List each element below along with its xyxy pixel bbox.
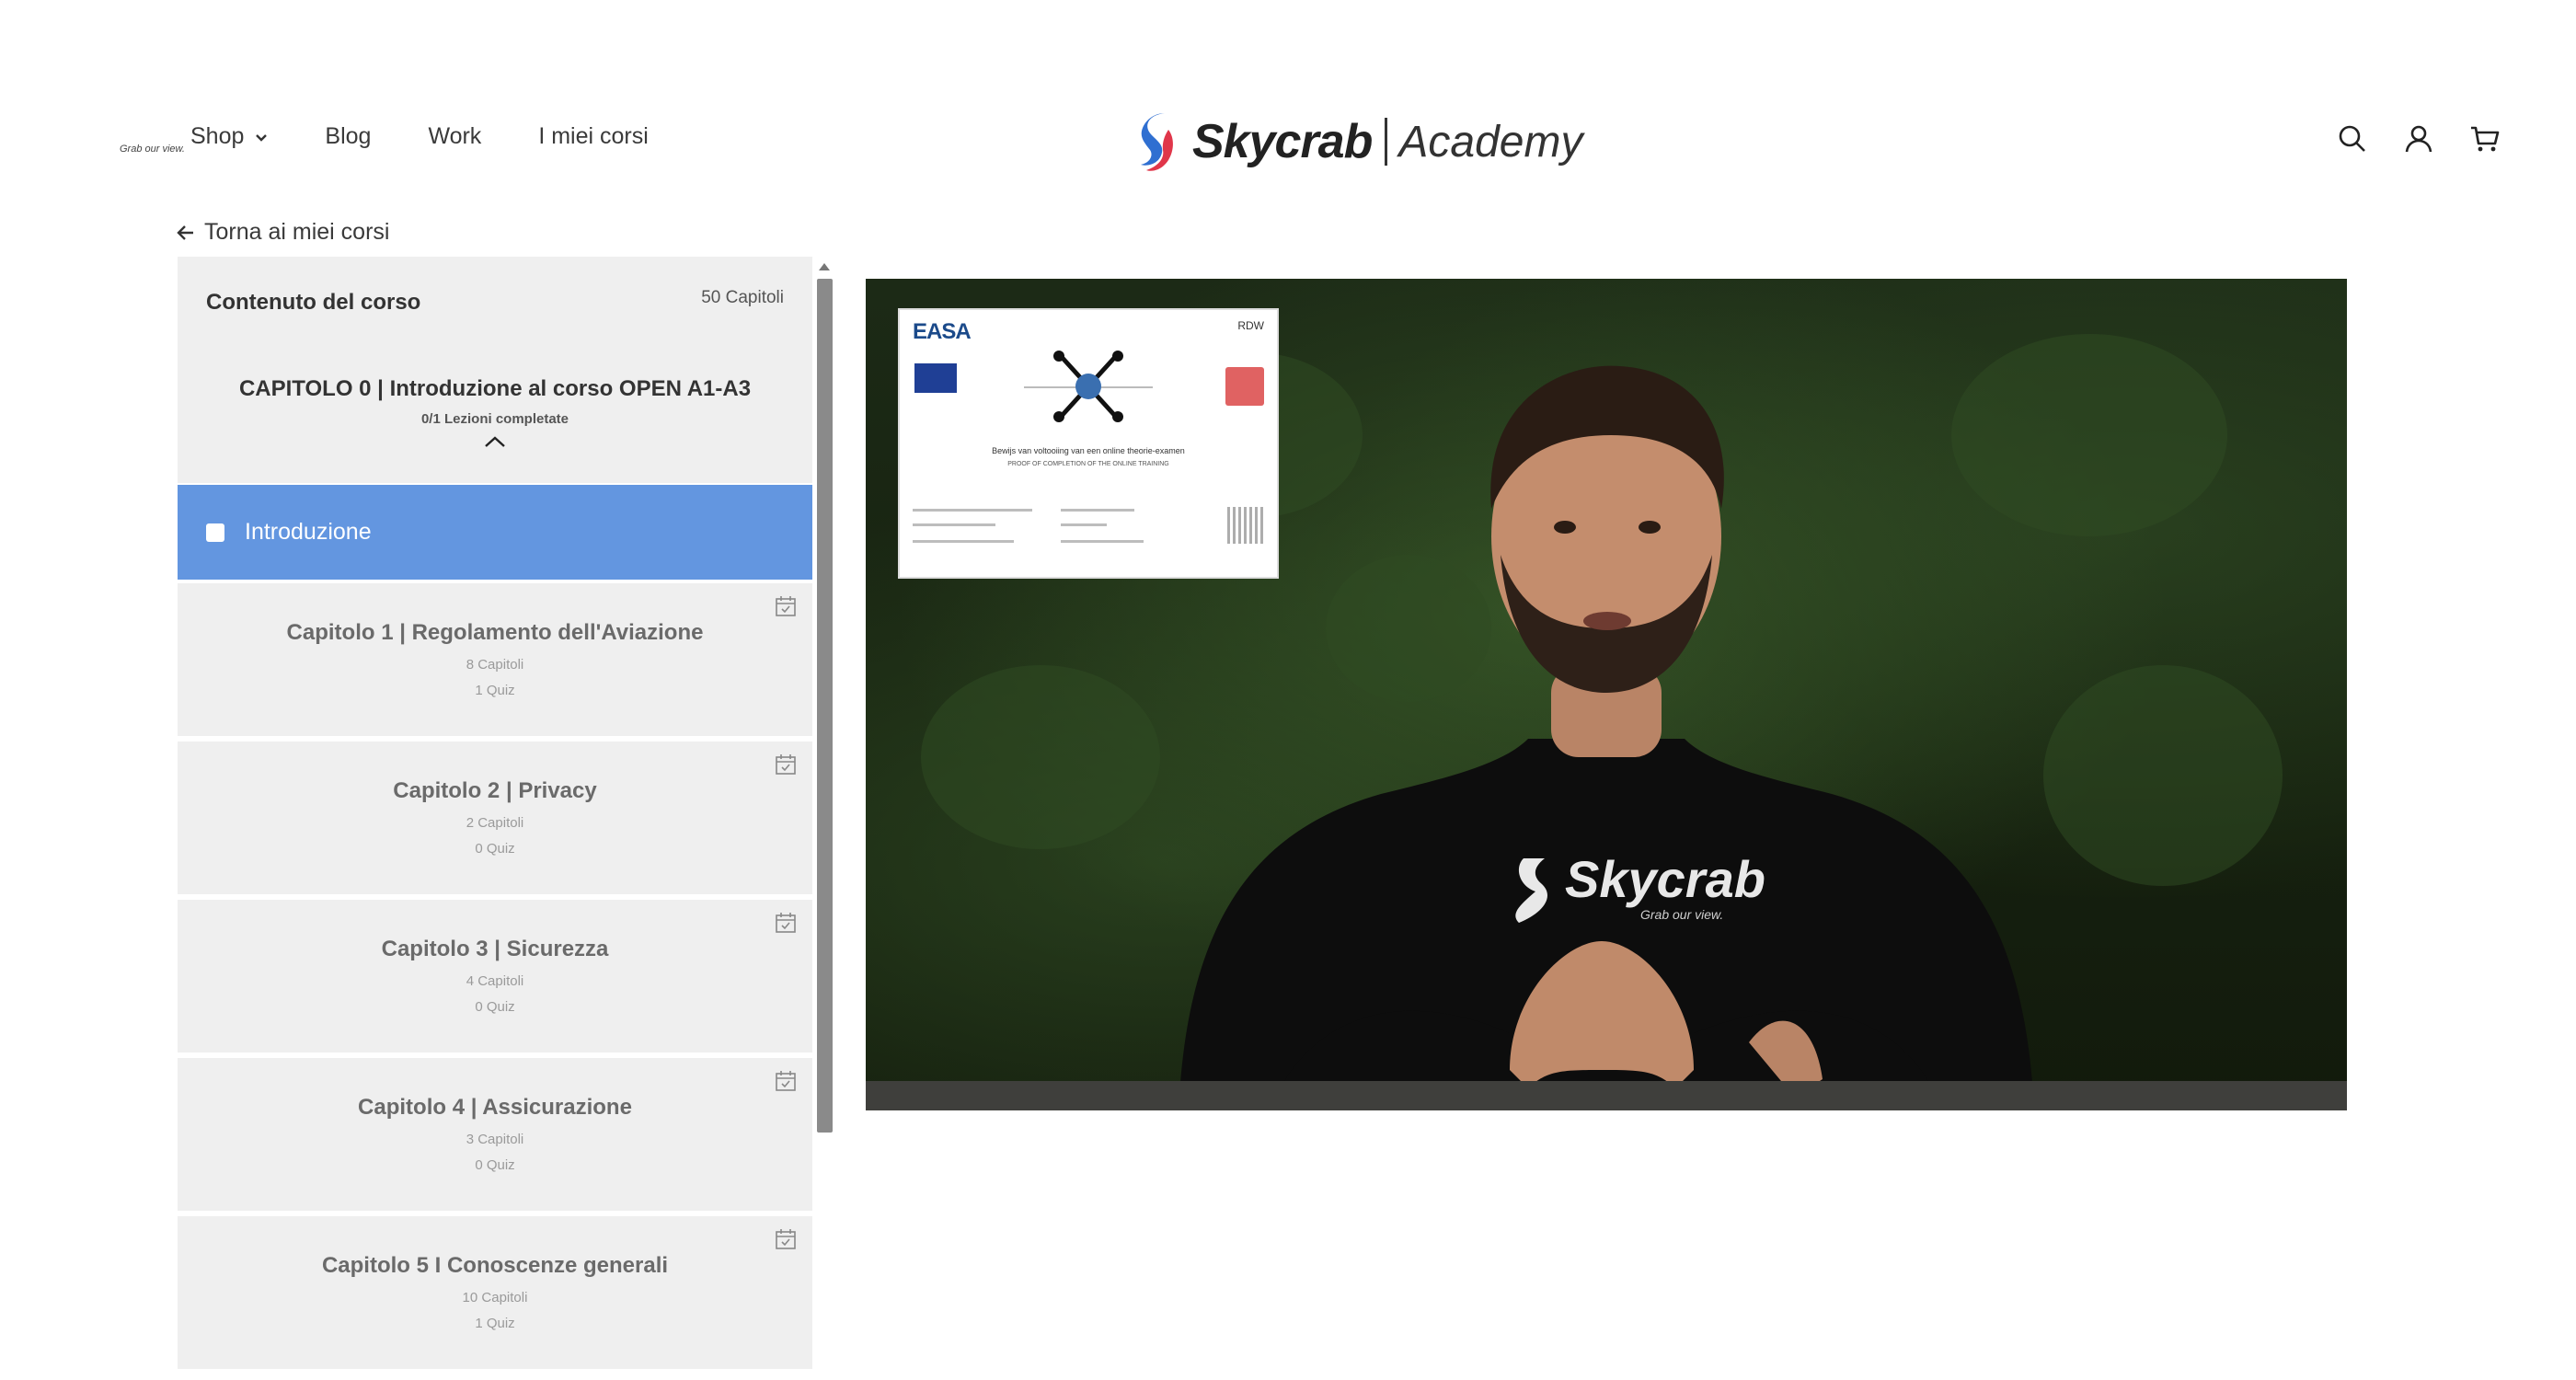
- calendar-check-icon: [776, 913, 796, 933]
- nav-my-courses[interactable]: I miei corsi: [538, 123, 648, 150]
- eu-flag-icon: [914, 363, 957, 393]
- certificate-line-1: Bewijs van voltooiing van een online the…: [992, 446, 1185, 455]
- chapter-count: 2 Capitoli: [466, 815, 524, 831]
- certificate-overlay: EASA RDW Bewijs van voltooiing van een o…: [900, 310, 1277, 577]
- chapter-title: Capitolo 2 | Privacy: [393, 778, 597, 803]
- chapter-quiz-count: 1 Quiz: [475, 683, 515, 698]
- chapter-item[interactable]: Capitolo 2 | Privacy 2 Capitoli 0 Quiz: [178, 742, 812, 894]
- video-player[interactable]: Skycrab Grab our view. EASA RDW Bewijs v…: [866, 279, 2347, 1110]
- chapter-quiz-count: 1 Quiz: [475, 1316, 515, 1331]
- cart-icon[interactable]: [2469, 123, 2501, 155]
- logo-suffix: Academy: [1398, 117, 1583, 167]
- chapter-quiz-count: 0 Quiz: [475, 999, 515, 1015]
- chapter-item[interactable]: Capitolo 1 | Regolamento dell'Aviazione …: [178, 583, 812, 736]
- arrow-left-icon: [177, 224, 193, 240]
- logo-brand: Skycrab: [1192, 115, 1373, 168]
- scrollbar-thumb[interactable]: [817, 279, 833, 1133]
- rdw-logo-text: RDW: [1237, 319, 1264, 332]
- nav-shop[interactable]: Shop: [190, 123, 268, 150]
- course-content-header: Contenuto del corso 50 Capitoli CAPITOLO…: [178, 257, 812, 483]
- chevron-down-icon: [256, 133, 268, 142]
- main-nav: Shop Blog Work I miei corsi: [190, 123, 706, 150]
- search-icon[interactable]: [2337, 123, 2368, 155]
- nav-work[interactable]: Work: [428, 123, 481, 150]
- logo-tagline: Grab our view.: [120, 144, 185, 155]
- chapter-count: 4 Capitoli: [466, 973, 524, 989]
- chapter-item[interactable]: Capitolo 4 | Assicurazione 3 Capitoli 0 …: [178, 1058, 812, 1211]
- lesson-item-introduzione[interactable]: Introduzione: [178, 485, 812, 580]
- chapter-count: 50 Capitoli: [701, 288, 784, 307]
- scroll-up-arrow-icon[interactable]: [819, 263, 830, 270]
- certificate-field: [913, 509, 1032, 512]
- current-chapter-progress: 0/1 Lezioni completate: [420, 411, 569, 427]
- shirt-brand-text: Skycrab: [1565, 850, 1765, 908]
- calendar-check-icon: [776, 596, 796, 616]
- chapter-title: Capitolo 1 | Regolamento dell'Aviazione: [286, 620, 704, 645]
- chapter-quiz-count: 0 Quiz: [475, 841, 515, 857]
- shirt-tagline-text: Grab our view.: [1640, 907, 1723, 922]
- course-content-title: Contenuto del corso: [206, 290, 421, 315]
- course-content-sidebar: Contenuto del corso 50 Capitoli CAPITOLO…: [178, 257, 812, 1380]
- table-edge: [866, 1081, 2347, 1110]
- nav-shop-label: Shop: [190, 123, 245, 149]
- qr-code-icon: [1227, 507, 1264, 544]
- lesson-label: Introduzione: [245, 519, 372, 545]
- certificate-field: [1061, 540, 1144, 543]
- calendar-check-icon: [776, 1071, 796, 1091]
- certificate-field: [1061, 523, 1107, 526]
- nav-my-courses-label: I miei corsi: [538, 123, 649, 149]
- back-to-courses-link[interactable]: Torna ai miei corsi: [175, 219, 389, 246]
- chevron-up-icon[interactable]: [484, 435, 506, 448]
- certificate-field: [1061, 509, 1134, 512]
- calendar-check-icon: [776, 754, 796, 775]
- header-actions: [2302, 123, 2501, 155]
- category-badge-icon: [1225, 367, 1264, 406]
- chapter-title: Capitolo 3 | Sicurezza: [381, 937, 609, 961]
- current-chapter-title[interactable]: CAPITOLO 0 | Introduzione al corso OPEN …: [178, 376, 812, 402]
- skycrab-logo-icon: [1141, 113, 1173, 171]
- chapter-item[interactable]: Capitolo 3 | Sicurezza 4 Capitoli 0 Quiz: [178, 900, 812, 1052]
- back-link-label: Torna ai miei corsi: [204, 219, 390, 245]
- chapter-count: 8 Capitoli: [466, 657, 524, 673]
- lesson-checkbox[interactable]: [206, 523, 224, 542]
- chapter-count: 10 Capitoli: [462, 1290, 528, 1305]
- certificate-field: [913, 523, 995, 526]
- drone-icon: [1024, 351, 1153, 422]
- certificate-field: [913, 540, 1014, 543]
- calendar-check-icon: [776, 1229, 796, 1249]
- nav-work-label: Work: [428, 123, 482, 149]
- chapter-title: Capitolo 4 | Assicurazione: [358, 1095, 632, 1120]
- chapter-count: 3 Capitoli: [466, 1132, 524, 1147]
- logo-divider: [1385, 118, 1388, 166]
- sidebar-scrollbar[interactable]: [814, 258, 834, 1178]
- certificate-line-2: PROOF OF COMPLETION OF THE ONLINE TRAINI…: [1007, 461, 1169, 467]
- chapter-quiz-count: 0 Quiz: [475, 1157, 515, 1173]
- chapter-title: Capitolo 5 I Conoscenze generali: [321, 1253, 669, 1278]
- easa-logo-text: EASA: [913, 319, 972, 344]
- nav-blog[interactable]: Blog: [325, 123, 371, 150]
- account-icon[interactable]: [2403, 123, 2434, 155]
- site-logo[interactable]: Skycrab Grab our view. Academy: [120, 107, 1583, 177]
- chapter-item[interactable]: Capitolo 5 I Conoscenze generali 10 Capi…: [178, 1216, 812, 1369]
- nav-blog-label: Blog: [325, 123, 372, 149]
